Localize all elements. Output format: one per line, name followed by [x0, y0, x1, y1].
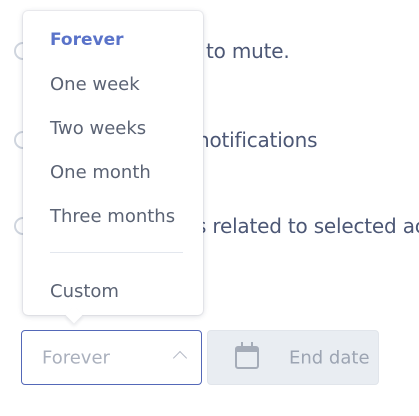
menu-item-custom[interactable]: Custom: [23, 273, 203, 309]
duration-select-value: Forever: [42, 347, 110, 368]
menu-item-one-month[interactable]: One month: [23, 154, 203, 190]
duration-select[interactable]: Forever: [21, 330, 202, 385]
menu-item-forever[interactable]: Forever: [23, 22, 203, 58]
end-date-placeholder: End date: [289, 347, 370, 368]
end-date-field[interactable]: End date: [207, 330, 379, 385]
menu-item-three-months[interactable]: Three months: [23, 198, 203, 234]
notifications-option-label: notifications: [197, 128, 318, 152]
menu-item-two-weeks[interactable]: Two weeks: [23, 110, 203, 146]
menu-pointer: [65, 306, 83, 324]
menu-divider: [50, 252, 183, 253]
mute-option-label: to mute.: [206, 39, 290, 63]
related-accounts-option-label: s related to selected acc: [196, 214, 419, 238]
calendar-icon: [235, 342, 259, 369]
chevron-up-icon: [172, 350, 188, 366]
menu-item-one-week[interactable]: One week: [23, 66, 203, 102]
duration-dropdown-menu: Forever One week Two weeks One month Thr…: [23, 11, 203, 324]
